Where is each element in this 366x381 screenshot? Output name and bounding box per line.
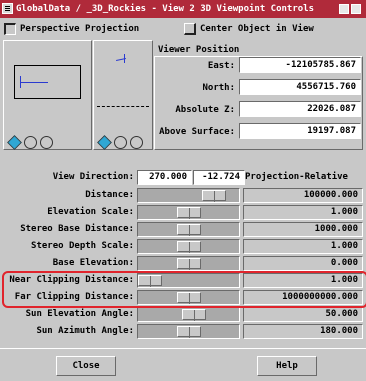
above-surface-label: Above Surface:: [159, 127, 235, 137]
north-field[interactable]: 4556715.760: [239, 79, 361, 95]
profile-view-panel: [93, 40, 153, 150]
surface-line: [97, 106, 149, 107]
above-surface-field[interactable]: 19197.087: [239, 123, 361, 139]
title-bar[interactable]: GlobalData / _3D_Rockies - View 2 3D Vie…: [0, 0, 366, 18]
minimize-icon[interactable]: [339, 4, 349, 14]
stereo-base-distance-slider[interactable]: [137, 222, 240, 237]
sun-elevation-angle-slider-thumb[interactable]: [182, 309, 206, 321]
base-elevation-value[interactable]: 0.000: [243, 256, 363, 271]
distance-row: Distance: 100000.000: [0, 187, 366, 204]
sun-azimuth-angle-value[interactable]: 180.000: [243, 324, 363, 339]
sun-azimuth-angle-slider[interactable]: [137, 324, 240, 339]
close-button[interactable]: Close: [56, 356, 116, 376]
sun-elevation-angle-slider[interactable]: [137, 307, 240, 322]
elevation-scale-slider-thumb[interactable]: [177, 207, 201, 219]
view-direction-row: View Direction: 270.000 -12.724 Projecti…: [0, 169, 366, 186]
distance-label: Distance:: [85, 190, 134, 200]
stereo-depth-scale-value[interactable]: 1.000: [243, 239, 363, 254]
stereo-base-distance-slider-thumb[interactable]: [177, 224, 201, 236]
sun-azimuth-angle-row: Sun Azimuth Angle: 180.000: [0, 323, 366, 340]
perspective-option[interactable]: Perspective Projection: [4, 22, 139, 36]
absolute-z-label: Absolute Z:: [175, 105, 235, 115]
help-button[interactable]: Help: [257, 356, 317, 376]
projection-mode-label: Projection-Relative: [245, 172, 348, 182]
elevation-scale-row: Elevation Scale: 1.000: [0, 204, 366, 221]
sun-azimuth-angle-label: Sun Azimuth Angle:: [36, 326, 134, 336]
sun-elevation-angle-value[interactable]: 50.000: [243, 307, 363, 322]
viewer-position-heading: Viewer Position: [158, 45, 240, 55]
stereo-depth-scale-slider[interactable]: [137, 239, 240, 254]
stereo-base-distance-label: Stereo Base Distance:: [20, 224, 134, 234]
center-object-option[interactable]: Center Object in View: [184, 22, 314, 36]
window-title: GlobalData / _3D_Rockies - View 2 3D Vie…: [16, 4, 315, 14]
elevation-scale-slider[interactable]: [137, 205, 240, 220]
base-elevation-slider-thumb[interactable]: [177, 258, 201, 270]
view-azimuth-field[interactable]: 270.000: [137, 170, 192, 185]
base-elevation-label: Base Elevation:: [52, 258, 134, 268]
elevation-scale-value[interactable]: 1.000: [243, 205, 363, 220]
distance-slider-thumb[interactable]: [202, 190, 226, 202]
sun-elevation-angle-label: Sun Elevation Angle:: [25, 309, 134, 319]
window-menu-icon[interactable]: [2, 3, 13, 14]
stereo-depth-scale-row: Stereo Depth Scale: 1.000: [0, 238, 366, 255]
sun-elevation-angle-row: Sun Elevation Angle: 50.000: [0, 306, 366, 323]
profile-viewer-marker: [124, 54, 125, 63]
view-direction-line: [20, 82, 48, 83]
stereo-base-distance-value[interactable]: 1000.000: [243, 222, 363, 237]
center-object-label: Center Object in View: [200, 24, 314, 34]
distance-slider[interactable]: [137, 188, 240, 203]
east-field[interactable]: -12105785.867: [239, 57, 361, 73]
zoom-in-icon[interactable]: [114, 136, 127, 149]
maximize-icon[interactable]: [351, 4, 361, 14]
pan-icon[interactable]: [97, 135, 112, 150]
profile-view-canvas[interactable]: [96, 43, 150, 133]
view-direction-label: View Direction:: [52, 172, 134, 182]
north-label: North:: [202, 83, 235, 93]
distance-value[interactable]: 100000.000: [243, 188, 363, 203]
viewer-marker: [20, 76, 21, 88]
center-object-checkbox[interactable]: [184, 23, 196, 35]
zoom-out-icon[interactable]: [130, 136, 143, 149]
zoom-in-icon[interactable]: [24, 136, 37, 149]
base-elevation-row: Base Elevation: 0.000: [0, 255, 366, 272]
overhead-view-panel: [3, 40, 92, 150]
east-label: East:: [207, 61, 235, 71]
viewpoint-controls-window: GlobalData / _3D_Rockies - View 2 3D Vie…: [0, 0, 366, 381]
overhead-view-canvas[interactable]: [6, 43, 89, 133]
perspective-label: Perspective Projection: [20, 24, 140, 34]
zoom-out-icon[interactable]: [40, 136, 53, 149]
pan-icon[interactable]: [7, 135, 22, 150]
stereo-depth-scale-slider-thumb[interactable]: [177, 241, 201, 253]
absolute-z-field[interactable]: 22026.087: [239, 101, 361, 117]
perspective-checkbox[interactable]: [4, 23, 16, 35]
stereo-base-distance-row: Stereo Base Distance: 1000.000: [0, 221, 366, 238]
base-elevation-slider[interactable]: [137, 256, 240, 271]
stereo-depth-scale-label: Stereo Depth Scale:: [31, 241, 134, 251]
elevation-scale-label: Elevation Scale:: [47, 207, 134, 217]
clipping-highlight: [2, 271, 366, 308]
sun-azimuth-angle-slider-thumb[interactable]: [177, 326, 201, 338]
view-elevation-field[interactable]: -12.724: [193, 170, 245, 185]
